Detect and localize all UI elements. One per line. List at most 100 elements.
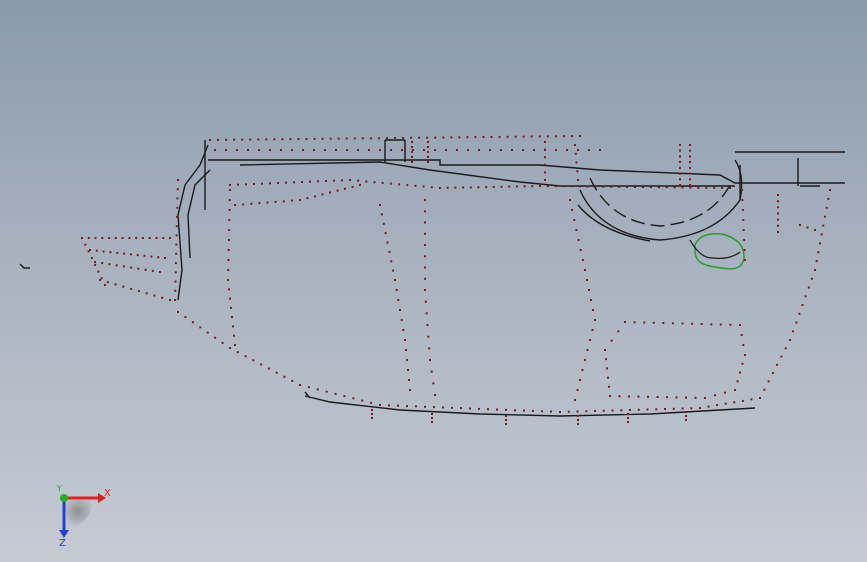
sketch-point (685, 419, 687, 421)
sketch-point (409, 389, 411, 391)
y-axis-icon (60, 494, 68, 502)
sketch-point (562, 185, 565, 188)
sketch-point (562, 135, 565, 138)
model-view[interactable] (0, 0, 867, 562)
sketch-point (432, 382, 435, 385)
sketch-point (427, 156, 429, 158)
sketch-point (159, 271, 161, 273)
sketch-point (217, 138, 219, 141)
sketch-point (544, 148, 546, 151)
sketch-point (819, 242, 821, 245)
sketch-point (233, 334, 235, 337)
sketch-point (206, 331, 209, 334)
x-axis-label: X (104, 488, 111, 499)
sketch-point (607, 376, 609, 379)
sketch-point (804, 295, 807, 298)
sketch-point (116, 251, 119, 254)
sketch-point (174, 289, 177, 292)
sketch-point (109, 251, 112, 254)
sketch-point (169, 299, 171, 301)
sketch-point (689, 184, 691, 186)
sketch-point (141, 237, 144, 239)
sketch-point (643, 321, 646, 324)
sketch-point (130, 266, 133, 269)
sketch-point (574, 144, 576, 146)
sketch-point (394, 137, 396, 139)
sketch-point (577, 179, 579, 181)
sketch-point (592, 309, 594, 311)
sketch-point (371, 413, 373, 415)
sketch-point (586, 279, 588, 281)
sketch-point (575, 161, 578, 164)
sketch-point (291, 149, 293, 151)
sketch-point (344, 187, 346, 190)
sketch-point (679, 144, 681, 146)
sketch-point (767, 380, 770, 383)
sketch-point (164, 257, 166, 259)
sketch-point (777, 194, 779, 196)
sketch-point (434, 394, 436, 396)
sketch-point (460, 407, 462, 410)
sketch-point (289, 138, 292, 141)
sketch-point (700, 323, 703, 325)
y-axis-label: Y (56, 484, 62, 493)
sketch-point (827, 197, 830, 200)
sketch-point (84, 243, 87, 246)
sketch-point (424, 289, 426, 291)
bearing-arc-outer (579, 165, 741, 241)
sketch-point (191, 321, 194, 324)
sketch-point (184, 316, 187, 319)
sketch-point (784, 347, 787, 350)
sketch-point (424, 300, 427, 303)
sketch-point (573, 219, 576, 221)
sketch-point (137, 267, 140, 270)
sketch-point (228, 199, 231, 201)
sketch-point (429, 359, 431, 361)
sketch-point (397, 404, 399, 407)
sketch-point (346, 149, 348, 151)
sketch-point (489, 149, 491, 151)
sketch-point (610, 185, 613, 188)
sketch-point (369, 137, 372, 140)
sketch-point (433, 406, 435, 409)
sketch-point (411, 161, 413, 163)
sketch-point (373, 181, 376, 184)
sketch-point (522, 149, 524, 151)
sketch-point (594, 185, 597, 188)
sketch-point (128, 237, 131, 239)
sketch-point (386, 241, 389, 244)
sketch-point (541, 410, 543, 413)
sketch-point (397, 299, 400, 301)
sketch-point (689, 166, 691, 169)
sketch-point (162, 237, 165, 239)
graphics-viewport[interactable]: X Y Z (0, 0, 867, 562)
sketch-point (689, 186, 692, 189)
sketch-point (466, 136, 469, 139)
sketch-point (129, 253, 132, 256)
sketch-point (316, 388, 319, 391)
sketch-point (424, 405, 426, 408)
sketch-point (487, 408, 489, 411)
sketch-point (269, 182, 271, 185)
sketch-point (618, 395, 621, 398)
sketch-point (123, 252, 126, 255)
sketch-point (626, 185, 629, 188)
sketch-point (249, 138, 252, 141)
selected-loop[interactable] (694, 232, 745, 270)
sketch-point (384, 232, 387, 235)
sketch-point (759, 397, 761, 399)
sketch-point (306, 197, 309, 200)
sketch-point (379, 149, 381, 151)
sketch-point (291, 379, 294, 382)
sketch-point (646, 408, 649, 411)
sketch-point (282, 200, 285, 203)
sketch-point (101, 237, 104, 239)
sketch-point (707, 405, 710, 408)
sketch-point (699, 407, 701, 409)
sketch-point (230, 306, 232, 309)
sketch-point (672, 407, 675, 410)
sketch-point (820, 233, 823, 236)
sketch-point (114, 283, 117, 286)
sketch-point (411, 151, 413, 153)
sketch-point (352, 397, 355, 400)
